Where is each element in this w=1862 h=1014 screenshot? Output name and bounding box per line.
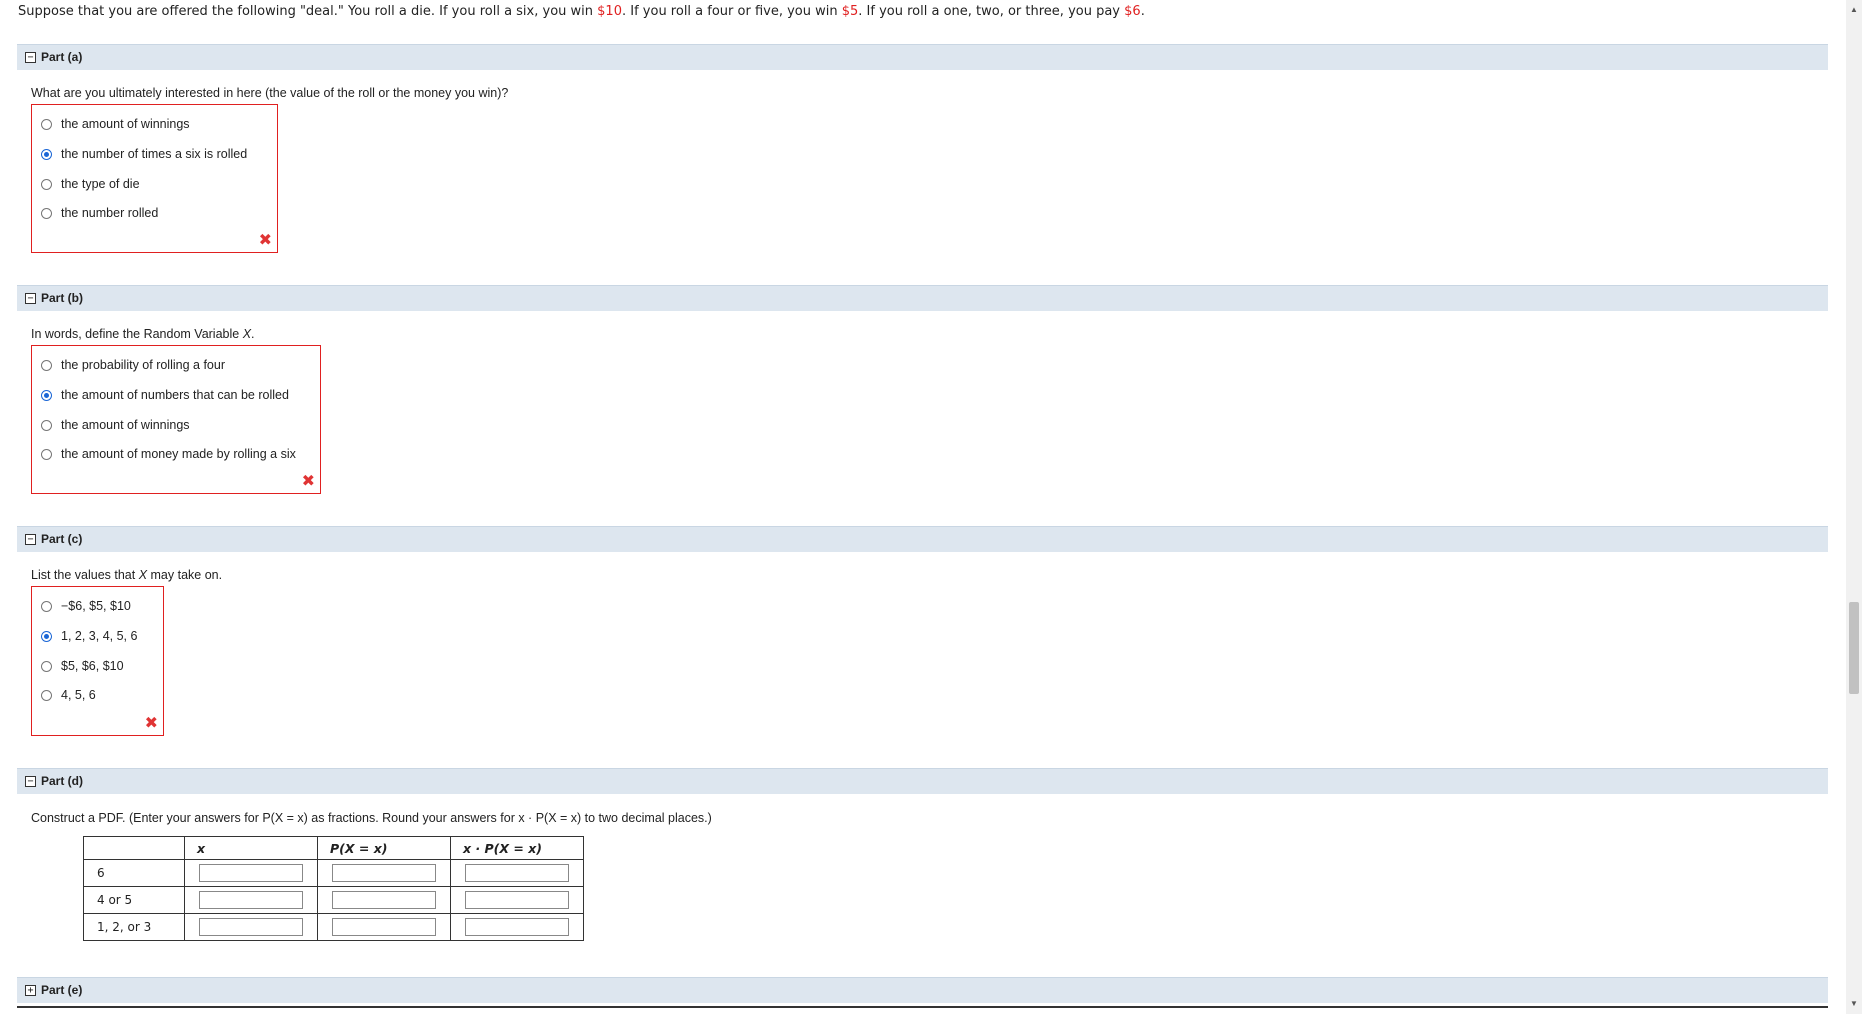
prompt-amount-win-six: $10 [597,4,622,19]
part-b-header[interactable]: − Part (b) [17,285,1828,311]
part-b-label: Part (b) [41,291,83,305]
part-a-question: What are you ultimately interested in he… [31,86,509,100]
part-a-answer-box: the amount of winnings the number of tim… [31,104,278,253]
part-b-answer-box: the probability of rolling a four the am… [31,345,321,494]
scroll-down-arrow-icon[interactable]: ▼ [1846,996,1862,1012]
expected-product-input[interactable] [465,918,569,936]
table-row: 1, 2, or 3 [83,913,584,941]
part-c-label: Part (c) [41,532,83,546]
x-value-input[interactable] [199,864,303,882]
divider [17,1006,1828,1008]
collapse-icon[interactable]: − [25,52,36,63]
part-a-label: Part (a) [41,50,83,64]
part-c-option[interactable]: 4, 5, 6 [41,686,96,704]
part-b-question: In words, define the Random Variable X. [31,327,255,341]
row-label: 1, 2, or 3 [83,913,185,941]
problem-statement: Suppose that you are offered the followi… [18,4,1145,19]
part-a-header[interactable]: − Part (a) [17,44,1828,70]
part-b-option[interactable]: the amount of money made by rolling a si… [41,445,296,463]
part-a-option[interactable]: the amount of winnings [41,115,190,133]
table-row: 6 [83,859,584,887]
incorrect-icon: ✖ [301,471,315,490]
part-c-option[interactable]: $5, $6, $10 [41,657,124,675]
part-a-option[interactable]: the number rolled [41,204,158,222]
part-d-label: Part (d) [41,774,83,788]
expand-icon[interactable]: + [25,985,36,996]
collapse-icon[interactable]: − [25,293,36,304]
scroll-up-arrow-icon[interactable]: ▲ [1846,2,1862,18]
part-b-option[interactable]: the probability of rolling a four [41,356,225,374]
part-c-option[interactable]: −$6, $5, $10 [41,597,131,615]
x-value-input[interactable] [199,891,303,909]
part-e-header[interactable]: + Part (e) [17,977,1828,1003]
part-a-option[interactable]: the number of times a six is rolled [41,145,247,163]
table-header-blank [83,836,185,860]
table-row: 4 or 5 [83,886,584,914]
prompt-text: . If you roll a four or five, you win [621,4,842,19]
pdf-table: x P(X = x) x · P(X = x) 6 4 or 5 1, 2, o… [83,836,584,941]
radio-button[interactable] [41,359,52,371]
table-header-xpx: x · P(X = x) [450,836,584,860]
probability-input[interactable] [332,891,436,909]
x-value-input[interactable] [199,918,303,936]
part-e-label: Part (e) [41,983,83,997]
radio-button[interactable] [41,660,52,672]
radio-button[interactable] [41,448,52,460]
incorrect-icon: ✖ [258,230,272,249]
row-label: 6 [83,859,185,887]
expected-product-input[interactable] [465,864,569,882]
vertical-scrollbar[interactable]: ▲ ▼ [1846,0,1862,1014]
part-b-option[interactable]: the amount of numbers that can be rolled [41,386,289,404]
scroll-thumb[interactable] [1849,602,1859,694]
part-a-option[interactable]: the type of die [41,175,140,193]
collapse-icon[interactable]: − [25,534,36,545]
radio-button[interactable] [41,178,52,190]
probability-input[interactable] [332,918,436,936]
radio-button-selected[interactable] [41,148,52,160]
prompt-text: Suppose that you are offered the followi… [18,4,598,19]
row-label: 4 or 5 [83,886,185,914]
part-d-header[interactable]: − Part (d) [17,768,1828,794]
expected-product-input[interactable] [465,891,569,909]
radio-button[interactable] [41,207,52,219]
part-c-question: List the values that X may take on. [31,568,223,582]
table-header-px: P(X = x) [317,836,451,860]
radio-button[interactable] [41,118,52,130]
table-header-row: x P(X = x) x · P(X = x) [83,836,584,860]
probability-input[interactable] [332,864,436,882]
part-d-question: Construct a PDF. (Enter your answers for… [31,811,712,825]
prompt-amount-pay: $6 [1124,4,1141,19]
prompt-amount-win-four-five: $5 [841,4,859,19]
collapse-icon[interactable]: − [25,776,36,787]
prompt-text: . If you roll a one, two, or three, you … [858,4,1125,19]
radio-button[interactable] [41,419,52,431]
prompt-text: . [1140,4,1145,19]
part-c-header[interactable]: − Part (c) [17,526,1828,552]
radio-button[interactable] [41,600,52,612]
part-b-option[interactable]: the amount of winnings [41,416,190,434]
part-c-answer-box: −$6, $5, $10 1, 2, 3, 4, 5, 6 $5, $6, $1… [31,586,164,736]
radio-button-selected[interactable] [41,630,52,642]
table-header-x: x [184,836,318,860]
radio-button[interactable] [41,689,52,701]
part-c-option[interactable]: 1, 2, 3, 4, 5, 6 [41,627,137,645]
incorrect-icon: ✖ [144,713,158,732]
radio-button-selected[interactable] [41,389,52,401]
page-content: Suppose that you are offered the followi… [0,0,1846,1014]
